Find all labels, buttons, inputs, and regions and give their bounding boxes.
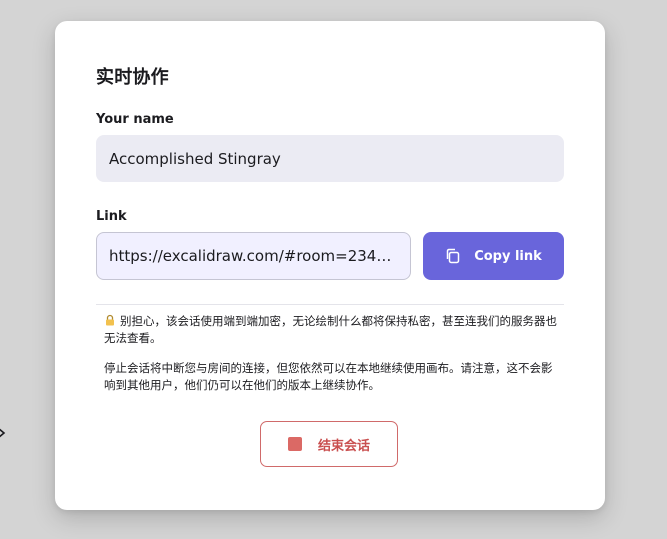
copy-icon [445,248,461,264]
copy-link-label: Copy link [474,248,542,264]
divider [96,304,564,305]
lock-icon [104,314,116,326]
end-session-button[interactable]: 结束会话 [260,421,398,467]
link-input[interactable]: https://excalidraw.com/#room=2340dde… [96,232,411,280]
privacy-notice: 别担心，该会话使用端到端加密，无论绘制什么都将保持私密，甚至连我们的服务器也无法… [104,313,560,347]
stop-session-notice: 停止会话将中断您与房间的连接，但您依然可以在本地继续使用画布。请注意，这不会影响… [104,361,553,392]
stop-icon [287,437,302,451]
end-session-label: 结束会话 [317,438,370,454]
name-input[interactable]: Accomplished Stingray [96,135,564,182]
link-input-value: https://excalidraw.com/#room=2340dde… [109,247,398,265]
copy-link-button[interactable]: Copy link [423,232,564,280]
link-label: Link [96,209,127,224]
collaboration-dialog: 实时协作 Your name Accomplished Stingray Lin… [55,21,605,510]
name-input-value: Accomplished Stingray [109,149,281,168]
privacy-notice-text: 别担心，该会话使用端到端加密，无论绘制什么都将保持私密，甚至连我们的服务器也无法… [104,314,557,345]
name-label: Your name [96,112,174,127]
chevron-right-icon[interactable] [0,426,8,440]
dialog-title: 实时协作 [96,67,169,88]
